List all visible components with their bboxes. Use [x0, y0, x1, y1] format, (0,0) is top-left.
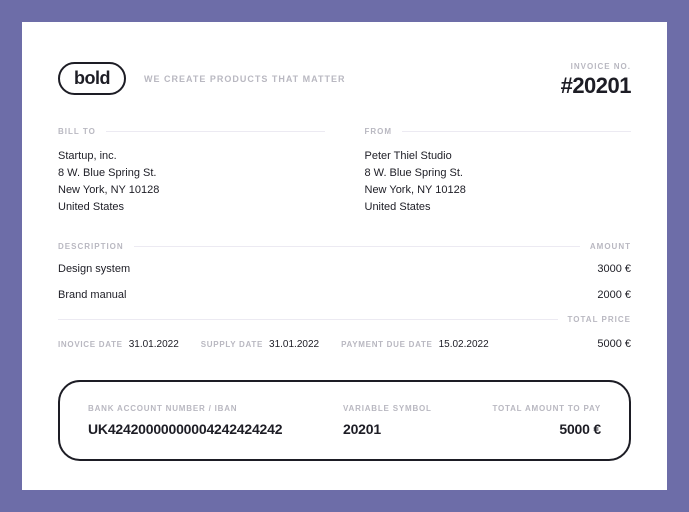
total-to-pay-label: TOTAL AMOUNT TO PAY	[492, 404, 601, 413]
supply-date-label: SUPPLY DATE	[201, 340, 263, 349]
invoice-number: #20201	[561, 73, 631, 99]
payment-due-label: PAYMENT DUE DATE	[341, 340, 433, 349]
invoice-page: bold WE CREATE PRODUCTS THAT MATTER INVO…	[22, 22, 667, 490]
bill-to-label: BILL TO	[58, 127, 96, 136]
logo: bold	[58, 62, 126, 95]
item-desc: Design system	[58, 263, 130, 275]
from-line: New York, NY 10128	[365, 182, 632, 199]
items-header: DESCRIPTION AMOUNT	[58, 242, 631, 251]
variable-symbol-group: VARIABLE SYMBOL 20201	[343, 404, 432, 437]
total-price-row: TOTAL PRICE	[58, 315, 631, 324]
divider	[402, 131, 631, 132]
header: bold WE CREATE PRODUCTS THAT MATTER INVO…	[58, 62, 631, 99]
line-item: Design system 3000 €	[58, 263, 631, 275]
parties: BILL TO Startup, inc. 8 W. Blue Spring S…	[58, 127, 631, 216]
description-label: DESCRIPTION	[58, 242, 124, 251]
bill-to-line: 8 W. Blue Spring St.	[58, 165, 325, 182]
divider	[106, 131, 325, 132]
total-to-pay-value: 5000 €	[492, 421, 601, 437]
iban-group: BANK ACCOUNT NUMBER / IBAN UK42420000000…	[88, 404, 282, 437]
bill-to-line: United States	[58, 199, 325, 216]
dates-row: INOVICE DATE 31.01.2022 SUPPLY DATE 31.0…	[58, 338, 631, 350]
variable-symbol-value: 20201	[343, 421, 432, 437]
item-desc: Brand manual	[58, 289, 127, 301]
brand-group: bold WE CREATE PRODUCTS THAT MATTER	[58, 62, 346, 95]
from-line: United States	[365, 199, 632, 216]
divider	[134, 246, 580, 247]
iban-label: BANK ACCOUNT NUMBER / IBAN	[88, 404, 282, 413]
from-line: 8 W. Blue Spring St.	[365, 165, 632, 182]
tagline: WE CREATE PRODUCTS THAT MATTER	[144, 74, 346, 84]
payment-due-date: 15.02.2022	[439, 339, 489, 350]
invoice-number-group: INVOICE NO. #20201	[561, 62, 631, 99]
bill-to: BILL TO Startup, inc. 8 W. Blue Spring S…	[58, 127, 325, 216]
bill-to-line: New York, NY 10128	[58, 182, 325, 199]
supply-date-group: SUPPLY DATE 31.01.2022	[201, 339, 319, 350]
item-amount: 3000 €	[597, 263, 631, 275]
from-label: FROM	[365, 127, 393, 136]
amount-label: AMOUNT	[590, 242, 631, 251]
invoice-date-group: INOVICE DATE 31.01.2022	[58, 339, 179, 350]
from: FROM Peter Thiel Studio 8 W. Blue Spring…	[365, 127, 632, 216]
variable-symbol-label: VARIABLE SYMBOL	[343, 404, 432, 413]
invoice-date: 31.01.2022	[129, 339, 179, 350]
total-to-pay-group: TOTAL AMOUNT TO PAY 5000 €	[492, 404, 601, 437]
payment-due-group: PAYMENT DUE DATE 15.02.2022	[341, 339, 489, 350]
payment-summary: BANK ACCOUNT NUMBER / IBAN UK42420000000…	[58, 380, 631, 461]
invoice-date-label: INOVICE DATE	[58, 340, 123, 349]
total-price-value: 5000 €	[597, 338, 631, 350]
item-amount: 2000 €	[597, 289, 631, 301]
invoice-number-label: INVOICE NO.	[561, 62, 631, 71]
total-price-label: TOTAL PRICE	[568, 315, 631, 324]
supply-date: 31.01.2022	[269, 339, 319, 350]
iban-value: UK42420000000004242424242	[88, 421, 282, 437]
from-line: Peter Thiel Studio	[365, 148, 632, 165]
bill-to-line: Startup, inc.	[58, 148, 325, 165]
divider	[58, 319, 558, 320]
line-item: Brand manual 2000 €	[58, 289, 631, 301]
